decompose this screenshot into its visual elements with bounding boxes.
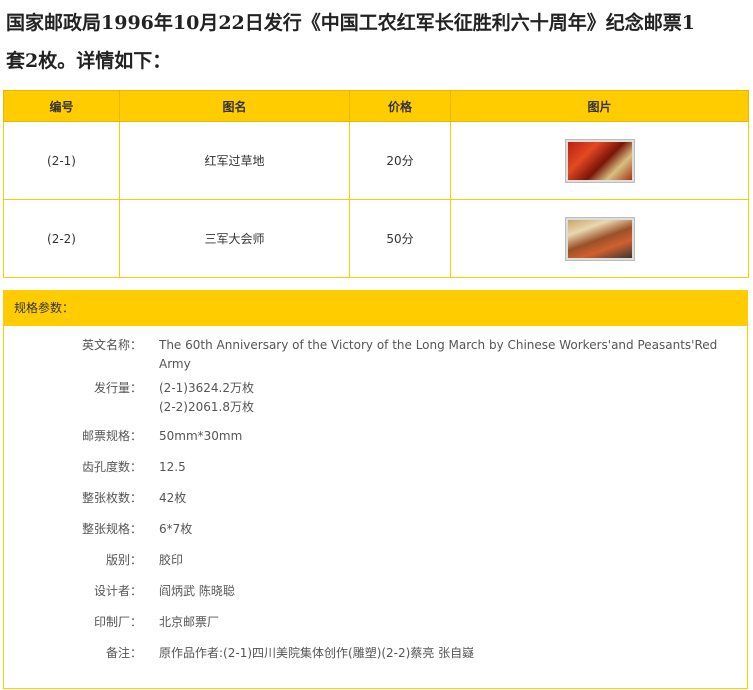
header-image: 图片 — [450, 90, 749, 122]
spec-row: 备注： 原作品作者:(2-1)四川美院集体创作(雕塑)(2-2)蔡亮 张自嶷 — [4, 644, 747, 663]
spec-label: 备注： — [105, 646, 142, 660]
stamp-name: 三军大会师 — [119, 199, 350, 278]
spec-value: 北京邮票厂 — [159, 613, 729, 632]
spec-value-line: 6*7枚 — [159, 522, 193, 536]
spec-label: 发行量： — [93, 381, 142, 395]
stamp-image-cell — [450, 121, 749, 200]
spec-value-line: 胶印 — [159, 553, 184, 567]
stamp-image[interactable] — [565, 139, 634, 182]
spec-label: 印制厂： — [93, 615, 142, 629]
spec-value: 胶印 — [159, 551, 729, 570]
stamp-price: 50分 — [349, 199, 451, 278]
spec-label: 整张枚数： — [81, 491, 142, 505]
headline-line-1: 国家邮政局1996年10月22日发行《中国工农红军长征胜利六十周年》纪念邮票1 — [6, 12, 695, 34]
spec-row: 设计者： 阎炳武 陈晓聪 — [4, 582, 747, 601]
spec-panel: 规格参数： 英文名称： The 60th Anniversary of the V… — [3, 290, 748, 689]
page-headline: 国家邮政局1996年10月22日发行《中国工农红军长征胜利六十周年》纪念邮票1 … — [6, 4, 746, 80]
spec-row: 整张枚数： 42枚 — [4, 489, 747, 508]
spec-value-line: 42枚 — [159, 491, 187, 505]
table-row: (2-2) 三军大会师 50分 — [3, 199, 749, 278]
stamp-image[interactable] — [565, 217, 634, 260]
header-code: 编号 — [3, 90, 120, 122]
spec-row: 版别： 胶印 — [4, 551, 747, 570]
spec-row: 印制厂： 北京邮票厂 — [4, 613, 747, 632]
spec-label: 邮票规格： — [81, 429, 142, 443]
spec-value-line: The 60th Anniversary of the Victory of t… — [159, 338, 718, 371]
spec-value-line: 50mm*30mm — [159, 429, 243, 443]
spec-value: 阎炳武 陈晓聪 — [159, 582, 729, 601]
stamp-name: 红军过草地 — [119, 121, 350, 200]
spec-value-line: 北京邮票厂 — [159, 615, 220, 629]
table-header-row: 编号 图名 价格 图片 — [3, 90, 749, 122]
spec-row: 发行量： (2-1)3624.2万枚 (2-2)2061.8万枚 — [4, 379, 747, 417]
spec-value-line: (2-1)3624.2万枚 — [159, 381, 254, 395]
stamp-code: (2-1) — [3, 121, 120, 200]
table-row: (2-1) 红军过草地 20分 — [3, 121, 749, 200]
spec-label: 英文名称： — [81, 338, 142, 352]
spec-value: (2-1)3624.2万枚 (2-2)2061.8万枚 — [159, 379, 729, 417]
spec-label: 整张规格： — [81, 522, 142, 536]
spec-row: 英文名称： The 60th Anniversary of the Victory… — [4, 336, 747, 374]
spec-value: 12.5 — [159, 458, 729, 477]
stamp-code: (2-2) — [3, 199, 120, 278]
spec-title: 规格参数： — [4, 290, 747, 326]
spec-value: 50mm*30mm — [159, 427, 729, 446]
spec-value: 6*7枚 — [159, 520, 729, 539]
header-price: 价格 — [349, 90, 451, 122]
spec-body: 英文名称： The 60th Anniversary of the Victory… — [4, 326, 747, 663]
spec-value: 42枚 — [159, 489, 729, 508]
spec-label: 齿孔度数： — [81, 460, 142, 474]
spec-row: 邮票规格： 50mm*30mm — [4, 427, 747, 446]
spec-value-line: 12.5 — [159, 460, 186, 474]
spec-label: 设计者： — [93, 584, 142, 598]
stamp-price: 20分 — [349, 121, 451, 200]
spec-label: 版别： — [105, 553, 142, 567]
header-name: 图名 — [119, 90, 350, 122]
spec-value: 原作品作者:(2-1)四川美院集体创作(雕塑)(2-2)蔡亮 张自嶷 — [159, 644, 729, 663]
spec-row: 齿孔度数： 12.5 — [4, 458, 747, 477]
spec-value: The 60th Anniversary of the Victory of t… — [159, 336, 729, 374]
stamp-table: 编号 图名 价格 图片 (2-1) 红军过草地 20分 (2-2) 三军大会师 … — [3, 90, 749, 278]
headline-line-2: 套2枚。详情如下： — [6, 50, 172, 72]
spec-value-line: 原作品作者:(2-1)四川美院集体创作(雕塑)(2-2)蔡亮 张自嶷 — [159, 646, 475, 660]
spec-value-line: 阎炳武 陈晓聪 — [159, 584, 235, 598]
stamp-image-cell — [450, 199, 749, 278]
spec-value-line: (2-2)2061.8万枚 — [159, 400, 254, 414]
spec-row: 整张规格： 6*7枚 — [4, 520, 747, 539]
